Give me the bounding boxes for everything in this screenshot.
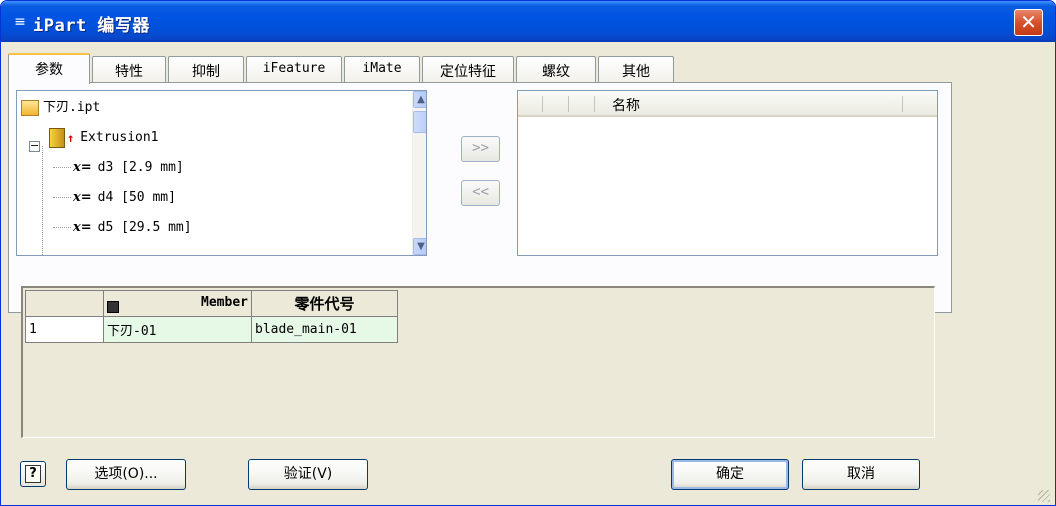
column-header-member[interactable]: Member — [103, 290, 252, 317]
column-header-part-number[interactable]: 零件代号 — [251, 290, 398, 317]
table-corner[interactable] — [25, 290, 104, 317]
tree-item-label: 下刃.ipt — [43, 100, 101, 115]
model-tree[interactable]: 下刃.ipt − ↑ Extrusion1 x= d3 [2.9 mm] x= d4 … — [16, 90, 427, 256]
tree-connector — [53, 255, 71, 256]
param-label: d5 [29.5 mm] — [97, 220, 192, 235]
add-parameter-button[interactable]: >> — [461, 136, 500, 162]
tab-imate[interactable]: iMate — [344, 56, 420, 83]
help-icon: ? — [25, 465, 41, 483]
part-number-cell[interactable]: blade_main-01 — [251, 316, 398, 343]
scroll-up-icon[interactable]: ▲ — [413, 91, 426, 108]
remove-parameter-button[interactable]: << — [461, 180, 500, 206]
collapse-icon[interactable]: − — [29, 140, 40, 152]
part-file-icon — [21, 99, 39, 116]
tab-work-features[interactable]: 定位特征 — [422, 56, 514, 83]
tree-connector — [53, 197, 71, 198]
tree-connector — [53, 167, 71, 168]
header-divider — [902, 96, 903, 112]
tab-threads[interactable]: 螺纹 — [516, 56, 596, 83]
tree-item-param[interactable]: x= d4 [50 mm] — [73, 187, 176, 209]
header-divider — [568, 96, 569, 112]
tree-connector — [42, 146, 43, 255]
options-button[interactable]: 选项(O)... — [66, 459, 186, 490]
resize-grip[interactable] — [1038, 490, 1050, 502]
window-title: iPart 编写器 — [33, 16, 150, 36]
tab-properties[interactable]: 特性 — [92, 56, 166, 83]
tab-other[interactable]: 其他 — [598, 56, 674, 83]
tree-item-extrusion[interactable]: ↑ Extrusion1 — [49, 127, 159, 149]
header-divider — [594, 96, 595, 112]
param-label: d3 [2.9 mm] — [97, 160, 184, 175]
cancel-button[interactable]: 取消 — [802, 459, 920, 490]
scroll-down-icon[interactable]: ▼ — [413, 238, 426, 255]
parameter-icon: x= — [73, 190, 92, 205]
scroll-thumb[interactable] — [413, 111, 426, 133]
table-row[interactable]: 1 下刃-01 blade_main-01 — [25, 316, 398, 343]
tab-parameters[interactable]: 参数 — [8, 53, 90, 84]
tree-item-root[interactable]: 下刃.ipt — [21, 97, 100, 119]
param-label: d4 [50 mm] — [97, 190, 176, 205]
tree-item-param[interactable]: x= d3 [2.9 mm] — [73, 157, 184, 179]
title-bar[interactable]: ≡ iPart 编写器 ✕ — [1, 1, 1055, 42]
tab-ifeature[interactable]: iFeature — [246, 56, 342, 83]
extrusion-icon — [49, 127, 65, 148]
ok-button[interactable]: 确定 — [671, 459, 789, 490]
member-table: Member 零件代号 1 下刃-01 blade_main-01 — [25, 290, 398, 343]
ipart-author-dialog: ≡ iPart 编写器 ✕ 参数 特性 抑制 iFeature iMate 定位… — [0, 0, 1056, 506]
tree-item-label: Extrusion1 — [80, 130, 159, 145]
arrow-up-icon: ↑ — [67, 131, 75, 145]
verify-button[interactable]: 验证(V) — [248, 459, 368, 490]
column-header-name[interactable]: 名称 — [612, 95, 640, 115]
close-icon[interactable]: ✕ — [1014, 9, 1043, 36]
tree-scrollbar[interactable]: ▲ ▼ — [412, 91, 426, 255]
member-cell[interactable]: 下刃-01 — [103, 316, 252, 343]
parameters-panel: 下刃.ipt − ↑ Extrusion1 x= d3 [2.9 mm] x= d4 … — [8, 82, 952, 313]
save-icon — [107, 300, 119, 313]
parameter-icon: x= — [73, 160, 92, 175]
member-table-area: Member 零件代号 1 下刃-01 blade_main-01 — [21, 286, 935, 438]
app-icon: ≡ — [14, 14, 26, 30]
row-index[interactable]: 1 — [25, 316, 104, 343]
dialog-body: 参数 特性 抑制 iFeature iMate 定位特征 螺纹 其他 下刃.ip… — [4, 42, 1052, 504]
header-divider — [542, 96, 543, 112]
tree-item-param[interactable]: x= d5 [29.5 mm] — [73, 217, 192, 239]
parameter-icon: x= — [73, 220, 92, 235]
tab-suppression[interactable]: 抑制 — [168, 56, 244, 83]
help-button[interactable]: ? — [20, 461, 46, 487]
selected-parameters-list[interactable]: 名称 — [517, 90, 938, 256]
list-header: 名称 — [518, 91, 937, 117]
tree-connector — [53, 227, 71, 228]
